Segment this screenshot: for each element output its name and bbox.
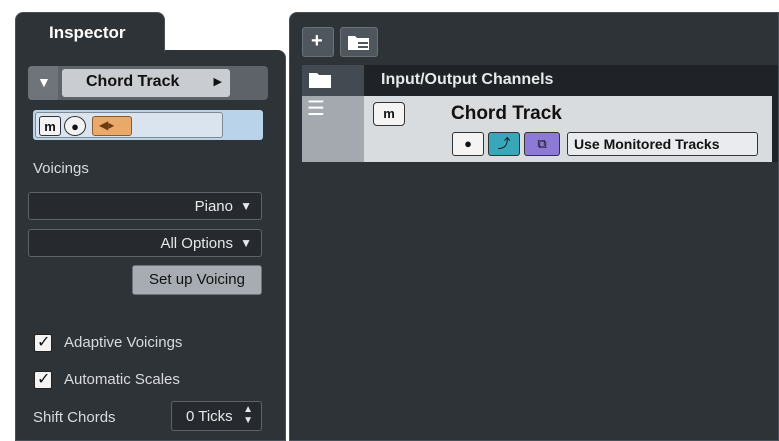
speaker-cursor-icon: ◀▸: [99, 118, 115, 132]
automatic-scales-checkbox[interactable]: ✓: [34, 371, 52, 389]
voicing-library-value: Piano: [194, 198, 233, 215]
inspector-tab-label: Inspector: [49, 23, 126, 42]
mute-label: m: [44, 118, 56, 134]
shift-chords-label: Shift Chords: [33, 409, 116, 426]
folder-track-header[interactable]: Input/Output Channels: [302, 65, 774, 96]
use-monitored-tracks-button[interactable]: Use Monitored Tracks: [567, 132, 758, 156]
follow-chord-button[interactable]: ⧉: [524, 132, 560, 156]
inspector-tab[interactable]: Inspector: [15, 12, 165, 52]
triangle-down-icon: ▼: [37, 74, 51, 90]
voice-leading-button[interactable]: ⤴: [488, 132, 520, 156]
record-icon: ●: [71, 118, 79, 134]
track-name: Chord Track: [451, 103, 562, 124]
dropdown-arrow-icon: ▼: [240, 236, 252, 250]
dropdown-arrow-icon: ▼: [240, 199, 252, 213]
inspector-track-section: ▼ Chord Track ▶: [28, 66, 268, 100]
voicing-options-dropdown[interactable]: All Options ▼: [28, 229, 262, 257]
voicing-options-value: All Options: [160, 235, 233, 252]
track-name-box[interactable]: Chord Track ▶: [62, 69, 230, 97]
set-up-voicing-button[interactable]: Set up Voicing: [132, 265, 262, 295]
voicing-library-dropdown[interactable]: Piano ▼: [28, 192, 262, 220]
track-controls-strip: m ● ◀▸: [33, 110, 263, 140]
record-enable-button[interactable]: ●: [64, 116, 86, 136]
add-track-button[interactable]: +: [302, 27, 334, 57]
checkmark-icon: ✓: [37, 334, 51, 351]
chord-track-row[interactable]: ☰ m Chord Track ● ⤴ ⧉ Use Monitored Trac…: [302, 96, 774, 162]
track-mute-button[interactable]: m: [373, 102, 405, 126]
chord-link-icon: ⧉: [537, 136, 547, 151]
automatic-scales-label: Automatic Scales: [64, 371, 180, 388]
chord-track-icon: ☰: [307, 98, 325, 120]
folder-track-title: Input/Output Channels: [381, 71, 554, 88]
scrollbar-edge[interactable]: [772, 65, 778, 162]
folder-menu-button[interactable]: [340, 27, 378, 57]
collapse-section-button[interactable]: ▼: [28, 66, 58, 100]
shift-chords-stepper[interactable]: 0 Ticks ▲ ▼: [171, 401, 262, 431]
project-track-list: + Input/Output Channels ☰ m Chord Track …: [289, 12, 779, 441]
triangle-right-icon: ▶: [213, 76, 222, 88]
record-icon: ●: [464, 136, 472, 151]
inspector-track-name: Chord Track: [86, 73, 180, 90]
track-color-strip: ☰: [302, 96, 364, 162]
shift-chords-value: 0 Ticks: [186, 408, 233, 425]
stepper-arrows-icon: ▲ ▼: [243, 404, 253, 426]
monitor-button[interactable]: ◀▸: [92, 116, 132, 136]
track-record-button[interactable]: ●: [452, 132, 484, 156]
folder-icon: [309, 73, 331, 88]
inspector-panel: Inspector ▼ Chord Track ▶ m ● ◀▸ Voicing…: [15, 12, 286, 441]
checkmark-icon: ✓: [37, 371, 51, 388]
adaptive-voicings-label: Adaptive Voicings: [64, 334, 183, 351]
plus-icon: +: [311, 30, 323, 52]
voicings-label: Voicings: [33, 160, 89, 177]
mute-button[interactable]: m: [39, 116, 61, 136]
curve-arrow-icon: ⤴: [497, 136, 511, 151]
folder-list-icon: [348, 36, 369, 50]
adaptive-voicings-checkbox[interactable]: ✓: [34, 334, 52, 352]
track-controls-group: m ● ◀▸: [35, 112, 223, 138]
